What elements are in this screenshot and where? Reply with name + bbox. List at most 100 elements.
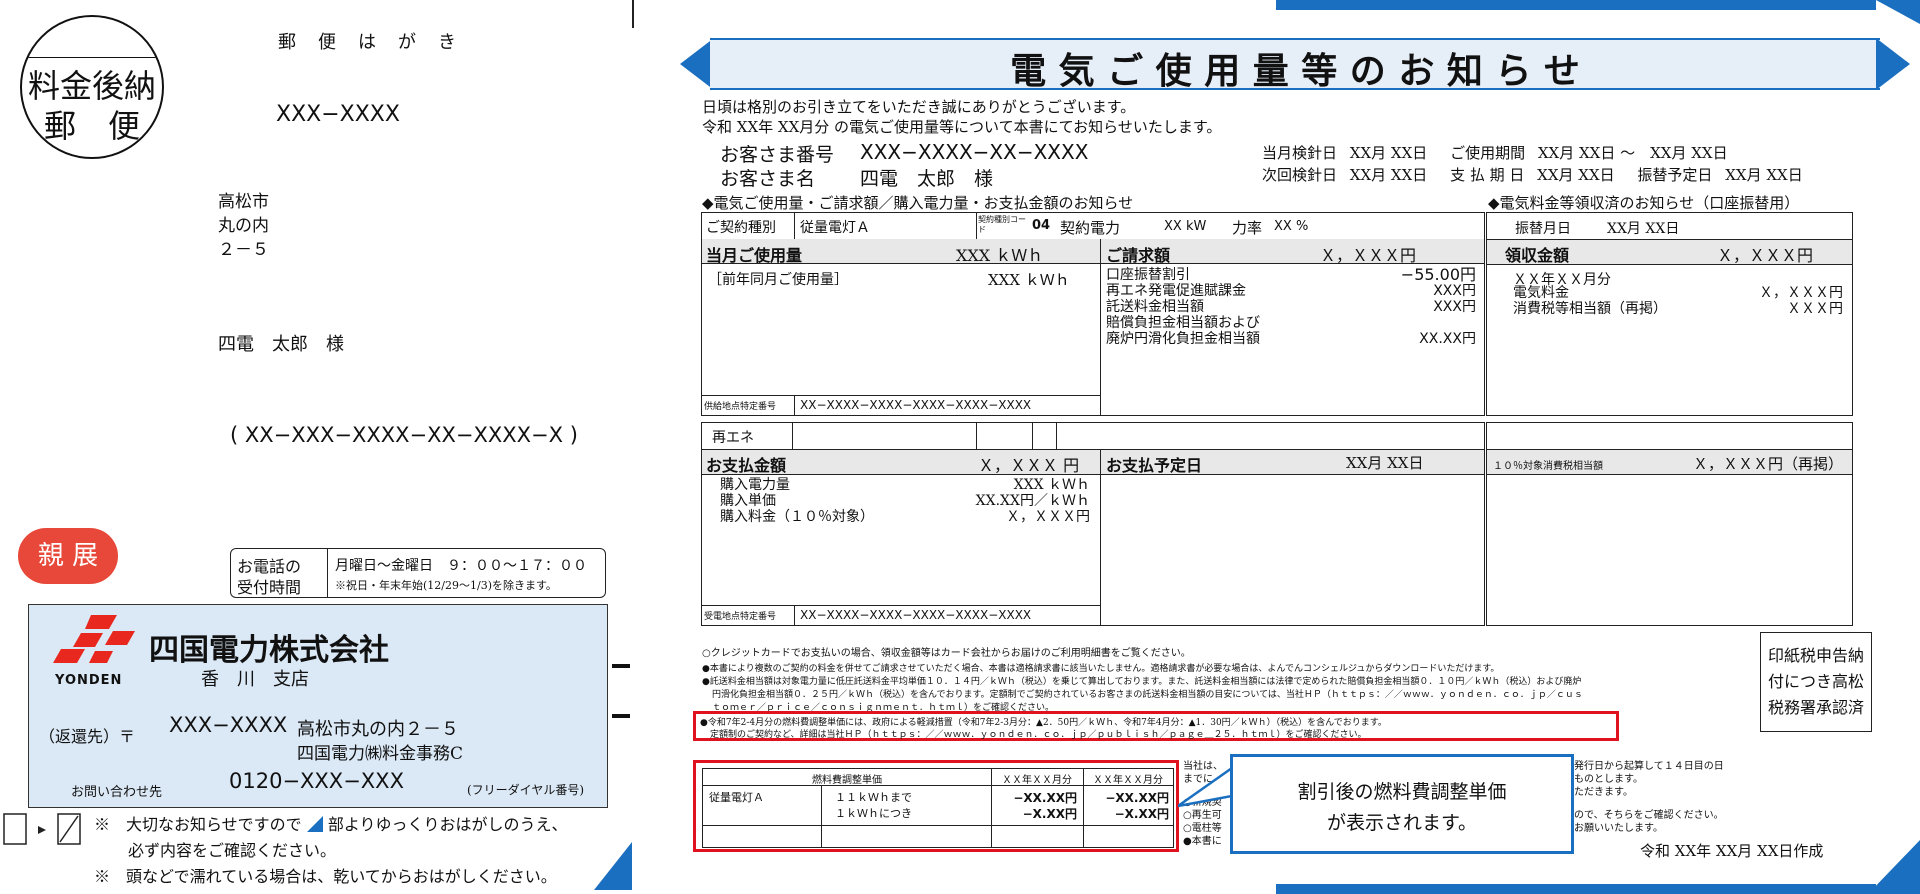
postcard-label: 郵 便 は が き [278,32,458,53]
customer-name-label: お客さま名 [720,168,816,190]
purchase-items: 購入電力量 XXX ｋＷｈ 購入単価 XX.XX円／ｋＷｈ 購入料金（１０％対象） Ｘ… [720,477,1090,525]
usage-period-label: ご使用期間 [1450,144,1526,162]
phone-hours: 月曜日～金曜日 ９：００～１７：００ [335,558,587,574]
side-note: ○再生可 [1183,810,1222,821]
contract-code: 04 [1032,218,1051,233]
phone-hours-note: ※祝日・年末年始(12/29～1/3)を除きます。 [335,579,557,592]
fuel-row2-label: １ｋＷｈにつき [835,807,912,820]
tax-value: Ｘ，ＸＸＸ円（再掲） [1693,455,1844,473]
billing-item-name: 託送料金相当額 [1106,299,1204,315]
return-address-2: 四国電力㈱料金事務C [297,744,464,764]
customer-no: XXX−XXXX−XX−XXXX [860,140,1089,164]
logo-petal [85,615,117,629]
fuel-table: 燃料費調整単価 ＸＸ年ＸＸ月分 ＸＸ年ＸＸ月分 従量電灯Ａ １１ｋＷｈまで −X… [702,768,1174,848]
greeting-2: 令和 XX年 XX月分 の電気ご使用量等について本書にてお知らせいたします。 [702,118,1222,136]
contact-label: お問い合わせ先 [71,785,163,800]
logo-petal [89,651,113,663]
supply-label: 供給地点特定番号 [704,402,777,412]
purchase-item-name: 購入単価 [720,493,776,509]
receipt-amount-label: 領収金額 [1505,246,1570,265]
corner-triangle-icon [594,842,632,890]
note-line: 円滑化負担金相当額０．２５円／ｋＷｈ（税込）を含んでおります。定額制でご契約され… [712,690,1583,700]
return-panel: YONDEN 四国電力株式会社 香 川 支店 （返還先）〒 XXX−XXXX 高… [28,604,608,808]
greeting-1: 日頃は格別のお引き立てをいただき誠にありがとうございます。 [702,98,1136,116]
purchase-item-value: Ｘ，ＸＸＸ円 [1006,509,1090,525]
address: 高松市 丸の内 ２－５ [218,190,269,262]
contract-type-label: ご契約種別 [706,220,776,236]
fuel-row2-v2: −X.XX円 [1114,807,1169,821]
fuel-col-1: ＸＸ年ＸＸ月分 [1002,775,1072,786]
peel-note: ※ 大切なお知らせですので 部よりゆっくりおはがしのうえ、 必ず内容をご確認くだ… [94,812,568,890]
stamp-text: 付につき高松 [1767,672,1864,691]
usage-billing-panel: ご契約種別 従量電灯Ａ 契約種別コード 04 契約電力 XX kW 力率 XX … [701,212,1485,416]
corner-triangle-icon [306,816,323,832]
customer-name: 四電 太郎 様 [860,168,994,190]
phone-hours-label-2: 受付時間 [237,578,302,597]
pf-label: 力率 [1232,219,1263,237]
title-arrow-right [1876,38,1910,90]
billing-item-name: 賠償負担金相当額および [1106,315,1260,331]
created-date: 令和 XX年 XX月 XX日作成 [1640,842,1824,860]
address-line: ２－５ [218,240,269,260]
payment-date: XX月 XX日 [1537,166,1615,184]
section-left-title: ◆電気ご使用量・ご請求額／購入電力量・お支払金額のお知らせ [702,194,1134,212]
billing-item-name: 再エネ発電促進賦課金 [1106,283,1246,299]
billing-item-value: XX.XX円 [1419,331,1476,347]
title-banner: 電 気 ご 使 用 量 等 の お 知 ら せ [680,38,1920,92]
logo-text: YONDEN [55,673,123,688]
fuel-row2-v1: −X.XX円 [1022,807,1077,821]
address-line: 丸の内 [218,216,269,236]
receipt-item-value: ＸＸＸ円 [1787,301,1843,317]
side-note: ものとします。 [1574,774,1643,785]
pay-label: お支払金額 [706,456,787,475]
fuel-row1-v1: −XX.XX円 [1013,791,1077,805]
tax-panel: １０％対象消費税相当額 Ｘ，ＸＸＸ円（再掲） [1486,422,1853,626]
note-line: ○クレジットカードでお支払いの場合、領収金額等はカード会社からお届けのご利用明細… [702,648,1191,659]
stamp-text: 税務署承認済 [1767,698,1864,717]
peel-note-1c: 必ず内容をご確認ください。 [128,841,337,860]
highlight-line-2: 定額制のご契約など、詳細は当社ＨＰ（ｈｔｔｐｓ：／／ｗｗｗ．ｙｏｎｄｅｎ．ｃｏ．… [710,730,1367,740]
contact-phone: 0120−XXX−XXX [229,769,404,793]
prev-usage-label: ［前年同月ご使用量］ [708,272,848,288]
return-address-1: 高松市丸の内２－５ [297,719,459,740]
return-label: （返還先）〒 [39,727,136,746]
company-name: 四国電力株式会社 [149,633,389,668]
pay-value: Ｘ，ＸＸＸ 円 [978,456,1080,475]
purchase-item-name: 購入電力量 [720,477,790,493]
notice-title: 電 気 ご 使 用 量 等 の お 知 ら せ [1010,50,1580,92]
yonden-logo-icon [53,615,135,663]
fuel-table-header: 燃料費調整単価 [812,775,882,786]
recipient-name: 四電 太郎 様 [218,334,344,355]
side-note: ので、そちらをご確認ください。 [1574,810,1724,821]
tax-label: １０％対象消費税相当額 [1493,461,1603,472]
title-arrow-left [680,38,714,90]
note-line: ●託送料金相当額は対象電力量に低圧託送料金平均単価１０．１４円／ｋＷｈ（税込）を… [702,677,1582,687]
postcard: 料金後納 郵 便 郵 便 は が き XXX−XXXX 高松市 丸の内 ２－５ … [0,0,634,894]
side-note: お願いいたします。 [1574,823,1663,834]
usage-period: XX月 XX日 ～ XX月 XX日 [1537,144,1728,162]
personal-badge: 親 展 [18,528,118,584]
contract-type: 従量電灯Ａ [800,220,870,236]
contract-code-label: 契約種別コード [978,215,1026,234]
logo-petal [73,633,103,647]
billing-item-value: −55.00円 [1400,265,1476,284]
tab-mark [612,664,630,668]
peel-icon [3,813,81,845]
renewable-label: 再エネ [712,430,754,446]
purchase-item-value: XXX ｋＷｈ [1013,477,1090,493]
customer-no-label: お客さま番号 [720,144,835,166]
receipt-item-value: Ｘ，ＸＸＸ円 [1759,285,1843,301]
postage-stamp: 料金後納 郵 便 [20,15,164,159]
meter-date-label: 当月検針日 [1262,144,1338,162]
stamp-line2: 郵 便 [43,107,140,145]
peel-note-1a: ※ 大切なお知らせですので [94,815,302,834]
fuel-adjustment-highlight: ●令和7年2-4月分の燃料費調整単価には、政府による軽減措置（令和7年2-3月分… [693,711,1619,741]
receipt-amount: Ｘ，ＸＸＸ円 [1717,246,1814,265]
contract-power: XX kW [1164,219,1207,234]
stamp-box: 印紙税申告納 付につき高松 税務署承認済 [1760,632,1872,732]
contact-note: (フリーダイヤル番号) [467,783,585,797]
peel-note-2: ※ 頭などで濡れている場合は、乾いてからおはがしください。 [94,867,557,886]
side-note: ただきます。 [1574,787,1633,798]
pf-value: XX % [1274,219,1309,234]
transfer-date-label: 振替予定日 [1637,166,1713,184]
